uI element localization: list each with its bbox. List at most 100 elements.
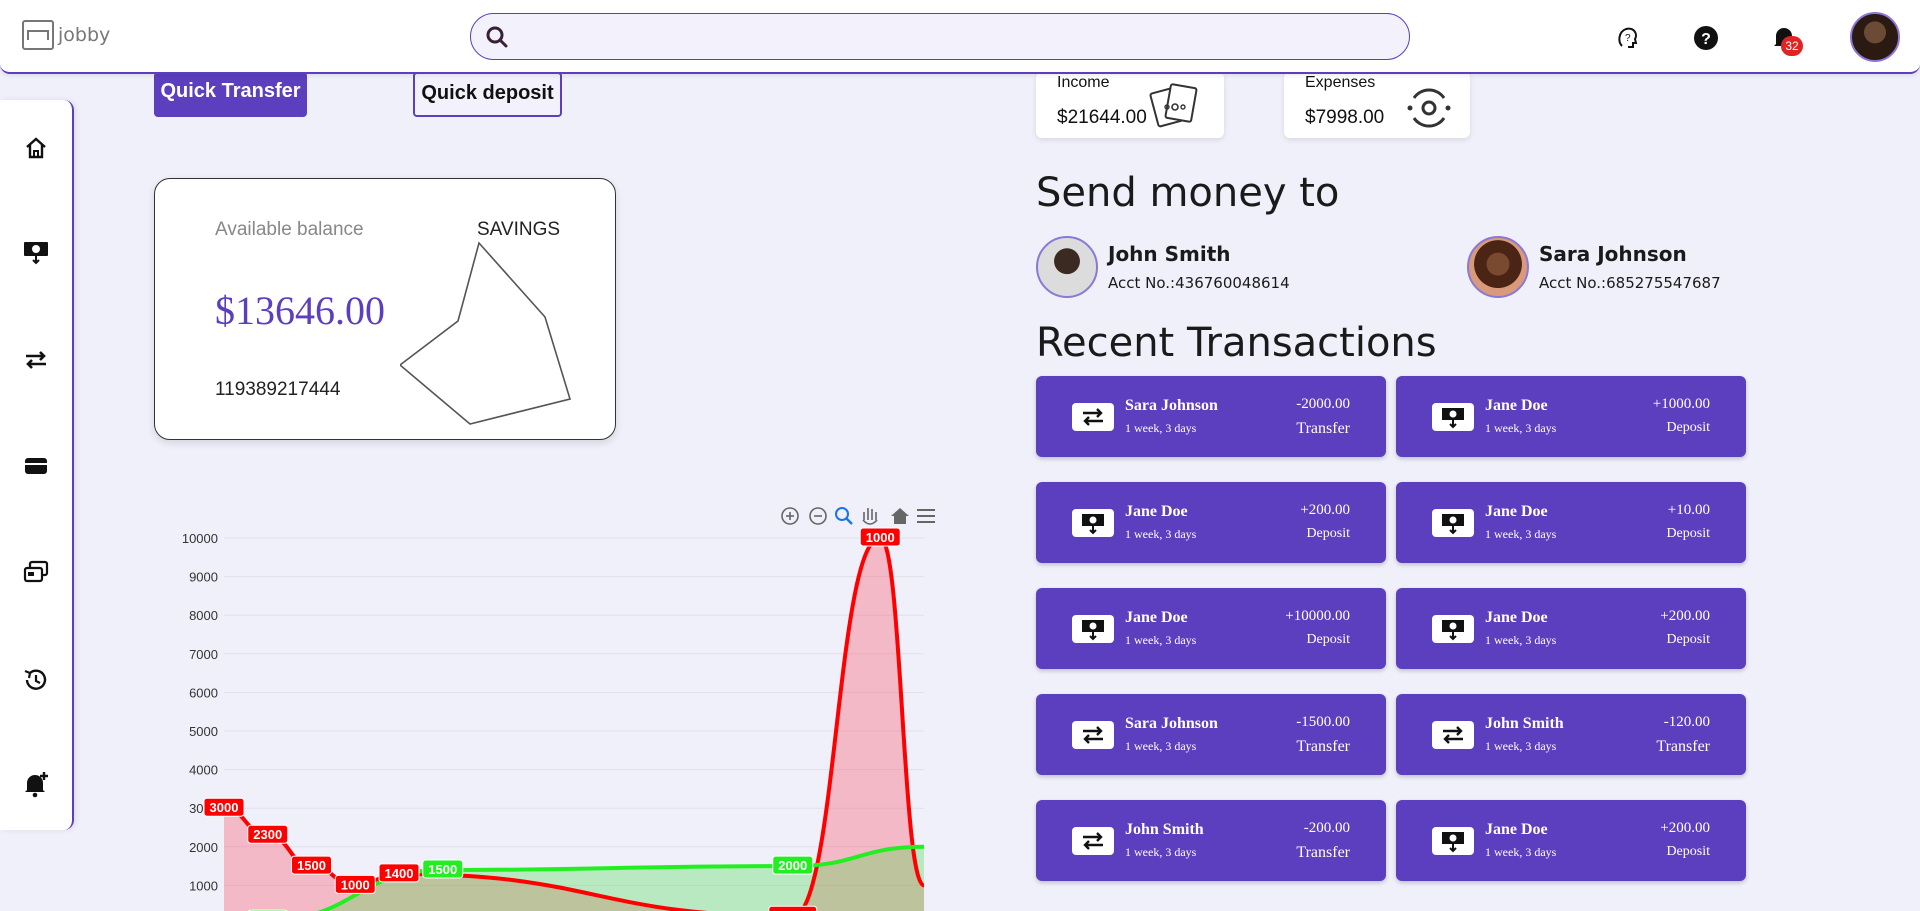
transaction-amount: +10.00 bbox=[1667, 502, 1710, 518]
notification-badge: 32 bbox=[1781, 36, 1803, 56]
income-card: Income $21644.00 bbox=[1036, 72, 1224, 138]
transaction-time: 1 week, 3 days bbox=[1485, 845, 1557, 859]
transaction-item[interactable]: John Smith 1 week, 3 days -120.00 Transfer bbox=[1396, 694, 1746, 775]
transaction-item[interactable]: Jane Doe 1 week, 3 days +10.00 Deposit bbox=[1396, 482, 1746, 563]
transaction-time: 1 week, 3 days bbox=[1125, 739, 1197, 753]
income-value: $21644.00 bbox=[1057, 107, 1147, 128]
card-polygon-graphic bbox=[400, 241, 572, 425]
data-label: 2000 bbox=[772, 855, 814, 875]
transaction-item[interactable]: Jane Doe 1 week, 3 days +200.00 Deposit bbox=[1396, 800, 1746, 881]
home-icon[interactable] bbox=[22, 134, 50, 162]
transaction-type: Deposit bbox=[1666, 526, 1710, 541]
quick-transfer-button[interactable]: Quick Transfer bbox=[154, 72, 307, 117]
expense-coin-icon bbox=[1407, 88, 1451, 128]
user-avatar[interactable] bbox=[1850, 12, 1900, 62]
recent-transactions-title: Recent Transactions bbox=[1036, 320, 1437, 366]
transaction-name: John Smith bbox=[1125, 821, 1204, 838]
transfer-icon bbox=[1072, 827, 1114, 855]
zoom-out-icon[interactable] bbox=[809, 507, 827, 525]
y-tick-label: 10000 bbox=[182, 531, 218, 546]
transaction-type: Deposit bbox=[1666, 632, 1710, 647]
help-brain-icon[interactable]: ? bbox=[1614, 24, 1642, 52]
data-label: 1500 bbox=[291, 855, 332, 875]
transaction-amount: +200.00 bbox=[1660, 820, 1710, 836]
transfer-arrows-icon[interactable] bbox=[22, 346, 50, 374]
transaction-name: Jane Doe bbox=[1485, 609, 1548, 626]
y-tick-label: 6000 bbox=[189, 685, 218, 700]
pan-hand-icon[interactable] bbox=[862, 508, 878, 525]
contact-avatar bbox=[1467, 236, 1529, 298]
deposit-icon bbox=[1432, 615, 1474, 643]
data-label: 10000 bbox=[768, 905, 818, 911]
question-icon[interactable]: ? bbox=[1692, 24, 1720, 52]
transaction-item[interactable]: Sara Johnson 1 week, 3 days -2000.00 Transf… bbox=[1036, 376, 1386, 457]
transaction-item[interactable]: Jane Doe 1 week, 3 days +10000.00 Deposit bbox=[1036, 588, 1386, 669]
transaction-item[interactable]: John Smith 1 week, 3 days -200.00 Transfer bbox=[1036, 800, 1386, 881]
money-deposit-icon[interactable] bbox=[22, 238, 50, 266]
transaction-amount: +10000.00 bbox=[1285, 608, 1350, 624]
quick-deposit-button[interactable]: Quick deposit bbox=[413, 72, 562, 117]
series-line bbox=[223, 535, 926, 911]
transaction-type: Deposit bbox=[1306, 526, 1350, 541]
transaction-item[interactable]: Jane Doe 1 week, 3 days +1000.00 Deposit bbox=[1396, 376, 1746, 457]
transfer-icon bbox=[1072, 721, 1114, 749]
balance-chart: 10000 9000 8000 7000 6000 5000 4000 3000 2000 100… bbox=[182, 507, 935, 911]
transaction-name: Jane Doe bbox=[1485, 503, 1548, 520]
search-bar[interactable] bbox=[470, 13, 1410, 60]
contact-sara-johnson[interactable]: Sara Johnson Acct No.:685275547687 bbox=[1467, 236, 1721, 298]
transaction-time: 1 week, 3 days bbox=[1485, 739, 1557, 753]
y-tick-label: 2000 bbox=[189, 840, 218, 855]
balance-amount: $13646.00 bbox=[215, 288, 385, 333]
zoom-in-icon[interactable] bbox=[781, 507, 799, 525]
logo-text: jobby bbox=[58, 24, 111, 46]
contact-name: John Smith bbox=[1108, 242, 1231, 266]
contact-account: Acct No.:685275547687 bbox=[1539, 274, 1721, 292]
transaction-type: Deposit bbox=[1666, 844, 1710, 859]
menu-icon[interactable] bbox=[917, 509, 935, 523]
transaction-item[interactable]: Sara Johnson 1 week, 3 days -1500.00 Transf… bbox=[1036, 694, 1386, 775]
y-tick-label: 9000 bbox=[189, 570, 218, 585]
y-tick-label: 4000 bbox=[189, 763, 218, 778]
transaction-amount: +200.00 bbox=[1300, 502, 1350, 518]
income-label: Income bbox=[1057, 74, 1110, 91]
cards-stack-icon[interactable] bbox=[22, 558, 50, 586]
reset-home-icon[interactable] bbox=[891, 508, 909, 524]
deposit-icon bbox=[1432, 827, 1474, 855]
transaction-name: Sara Johnson bbox=[1125, 715, 1218, 732]
zoom-select-icon[interactable] bbox=[835, 507, 853, 525]
data-label-text: 2000 bbox=[778, 858, 807, 873]
data-label-text: 1000 bbox=[866, 530, 895, 545]
expenses-card: Expenses $7998.00 bbox=[1284, 72, 1470, 138]
transaction-item[interactable]: Jane Doe 1 week, 3 days +200.00 Deposit bbox=[1036, 482, 1386, 563]
transfer-icon bbox=[1432, 721, 1474, 749]
transaction-item[interactable]: Jane Doe 1 week, 3 days +200.00 Deposit bbox=[1396, 588, 1746, 669]
data-label-text: 1500 bbox=[428, 862, 457, 877]
data-label-text: 3000 bbox=[210, 800, 239, 815]
transaction-type: Deposit bbox=[1666, 420, 1710, 435]
data-label: 1000 bbox=[859, 527, 901, 547]
balance-card: Available balance SAVINGS $13646.00 1193… bbox=[154, 178, 616, 440]
data-label: 3000 bbox=[203, 797, 245, 817]
transaction-amount: -2000.00 bbox=[1296, 396, 1350, 412]
svg-text:?: ? bbox=[1701, 31, 1711, 48]
app-logo[interactable]: jobby bbox=[22, 20, 110, 50]
transaction-time: 1 week, 3 days bbox=[1485, 421, 1557, 435]
transaction-type: Transfer bbox=[1296, 420, 1350, 437]
data-label: 2300 bbox=[247, 824, 289, 844]
deposit-icon bbox=[1432, 509, 1474, 537]
search-icon[interactable] bbox=[485, 25, 509, 49]
transaction-time: 1 week, 3 days bbox=[1485, 633, 1557, 647]
contact-account: Acct No.:436760048614 bbox=[1108, 274, 1290, 292]
top-header: jobby ? ? 32 bbox=[0, 0, 1920, 74]
transaction-amount: +1000.00 bbox=[1652, 396, 1710, 412]
card-icon[interactable] bbox=[22, 452, 50, 480]
transaction-type: Transfer bbox=[1656, 738, 1710, 755]
y-tick-label: 8000 bbox=[189, 608, 218, 623]
y-tick-label: 7000 bbox=[189, 647, 218, 662]
transaction-amount: -1500.00 bbox=[1296, 714, 1350, 730]
bell-add-icon[interactable] bbox=[22, 770, 50, 798]
data-label: 1000 bbox=[334, 874, 376, 894]
contact-name: Sara Johnson bbox=[1539, 242, 1687, 266]
contact-john-smith[interactable]: John Smith Acct No.:436760048614 bbox=[1036, 236, 1290, 298]
history-icon[interactable] bbox=[22, 666, 50, 694]
